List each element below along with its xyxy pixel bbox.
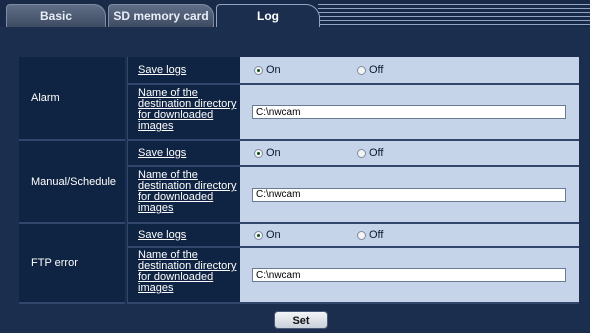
tab-bar-stripes (318, 4, 590, 27)
save-logs-label-cell: Save logs (127, 224, 240, 248)
save-logs-link[interactable]: Save logs (138, 147, 186, 159)
radio-off-label: Off (369, 229, 384, 241)
radio-off[interactable]: Off (357, 64, 383, 76)
destination-dir-label-cell: Name of the destination directory for do… (127, 248, 240, 304)
save-logs-link[interactable]: Save logs (138, 64, 186, 76)
save-logs-label-cell: Save logs (127, 141, 240, 167)
tab-basic[interactable]: Basic (6, 4, 106, 27)
destination-dir-value-cell (240, 167, 579, 224)
destination-dir-link[interactable]: Name of the destination directory for do… (138, 170, 240, 214)
radio-on-label: On (266, 229, 281, 241)
radio-off[interactable]: Off (357, 229, 383, 241)
save-logs-value-cell: On Off (240, 57, 579, 85)
section-label-ftp-error: FTP error (19, 224, 125, 304)
radio-on[interactable]: On (254, 64, 281, 76)
section-name: Manual/Schedule (31, 175, 117, 188)
tab-bar: Basic SD memory card Log (0, 0, 590, 27)
save-logs-value-cell: On Off (240, 224, 579, 248)
section-label-manual-schedule: Manual/Schedule (19, 141, 125, 224)
radio-off[interactable]: Off (357, 147, 383, 159)
save-logs-value-cell: On Off (240, 141, 579, 167)
radio-unselected-icon (357, 65, 366, 75)
dir-label-line: images (138, 202, 174, 214)
radio-unselected-icon (357, 230, 366, 240)
radio-off-label: Off (369, 147, 384, 159)
destination-dir-value-cell (240, 85, 579, 141)
radio-on-label: On (266, 147, 281, 159)
dir-label-line: images (138, 282, 174, 294)
section-name: FTP error (31, 257, 78, 269)
tab-sd-memory-card[interactable]: SD memory card (108, 4, 214, 27)
destination-dir-label-cell: Name of the destination directory for do… (127, 85, 240, 141)
destination-dir-link[interactable]: Name of the destination directory for do… (138, 88, 240, 132)
radio-selected-icon (254, 148, 263, 158)
radio-on-label: On (266, 64, 281, 76)
destination-dir-value-cell (240, 248, 579, 304)
radio-selected-icon (254, 230, 263, 240)
dir-label-line: images (138, 120, 174, 132)
destination-dir-input[interactable] (252, 105, 566, 119)
save-logs-label-cell: Save logs (127, 57, 240, 85)
destination-dir-link[interactable]: Name of the destination directory for do… (138, 250, 240, 294)
radio-on[interactable]: On (254, 229, 281, 241)
set-button[interactable]: Set (274, 311, 328, 329)
destination-dir-input[interactable] (252, 187, 566, 202)
destination-dir-label-cell: Name of the destination directory for do… (127, 167, 240, 224)
section-label-alarm: Alarm (19, 57, 125, 141)
section-name: Alarm (31, 92, 60, 104)
destination-dir-input[interactable] (252, 268, 566, 282)
radio-on[interactable]: On (254, 147, 281, 159)
tab-log[interactable]: Log (216, 4, 320, 27)
radio-selected-icon (254, 65, 263, 75)
radio-unselected-icon (357, 148, 366, 158)
save-logs-link[interactable]: Save logs (138, 229, 186, 241)
radio-off-label: Off (369, 64, 384, 76)
